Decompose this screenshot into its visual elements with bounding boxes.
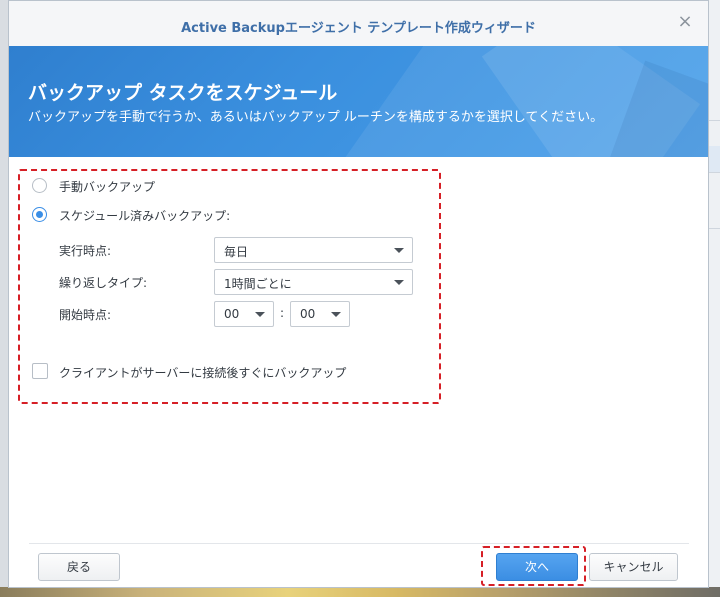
start-hour-value: 00 <box>224 307 240 321</box>
chevron-down-icon <box>394 280 404 285</box>
time-separator: : <box>280 306 285 320</box>
background-window <box>709 0 720 597</box>
background-divider <box>709 228 720 229</box>
wizard-dialog: Active Backupエージェント テンプレート作成ウィザード × バックア… <box>8 0 709 588</box>
scheduled-backup-radio[interactable] <box>32 207 47 222</box>
run-time-label: 実行時点: <box>59 244 112 258</box>
manual-backup-label[interactable]: 手動バックアップ <box>59 178 155 195</box>
background-selected-row <box>709 146 720 172</box>
footer-divider <box>29 543 689 544</box>
dialog-title: Active Backupエージェント テンプレート作成ウィザード <box>181 21 536 36</box>
cancel-button[interactable]: キャンセル <box>589 553 678 581</box>
next-button[interactable]: 次へ <box>496 553 578 581</box>
chevron-down-icon <box>255 312 265 317</box>
repeat-type-value: 1時間ごとに <box>224 277 292 291</box>
run-time-value: 毎日 <box>224 245 249 259</box>
start-hour-select[interactable]: 00 <box>214 301 274 327</box>
repeat-type-label: 繰り返しタイプ: <box>59 276 148 290</box>
close-icon[interactable]: × <box>676 13 694 31</box>
step-title: バックアップ タスクをスケジュール <box>28 82 338 104</box>
manual-backup-radio[interactable] <box>32 178 47 193</box>
background-divider <box>709 172 720 173</box>
run-time-select[interactable]: 毎日 <box>214 237 413 263</box>
wizard-banner: バックアップ タスクをスケジュール バックアップを手動で行うか、あるいはバックア… <box>9 46 708 157</box>
chevron-down-icon <box>331 312 341 317</box>
desktop-wallpaper <box>0 587 720 597</box>
backup-after-connect-checkbox[interactable] <box>32 363 48 379</box>
repeat-type-select[interactable]: 1時間ごとに <box>214 269 413 295</box>
back-button[interactable]: 戻る <box>38 553 120 581</box>
scheduled-backup-label[interactable]: スケジュール済みバックアップ: <box>59 207 230 224</box>
start-time-label: 開始時点: <box>59 308 112 322</box>
chevron-down-icon <box>394 248 404 253</box>
background-divider <box>709 120 720 121</box>
backup-after-connect-label[interactable]: クライアントがサーバーに接続後すぐにバックアップ <box>59 364 346 381</box>
start-minute-select[interactable]: 00 <box>290 301 350 327</box>
start-minute-value: 00 <box>300 307 316 321</box>
step-description: バックアップを手動で行うか、あるいはバックアップ ルーチンを構成するかを選択して… <box>28 110 604 125</box>
dialog-titlebar: Active Backupエージェント テンプレート作成ウィザード × <box>9 1 708 47</box>
